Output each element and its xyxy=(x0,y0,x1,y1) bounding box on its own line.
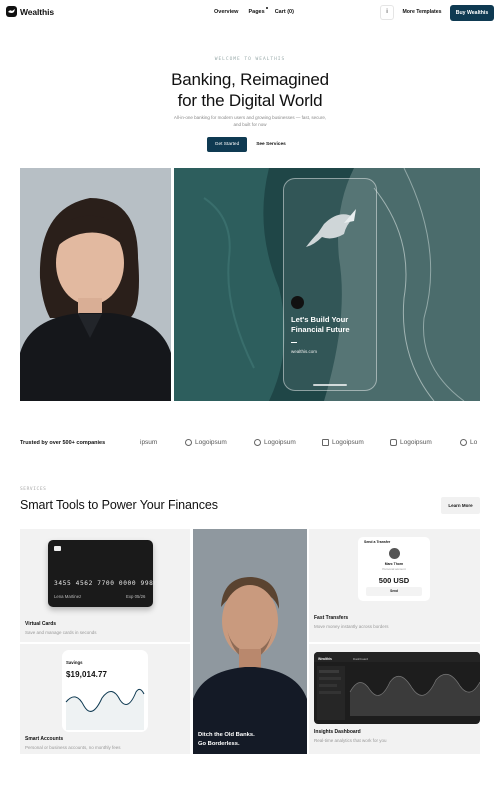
flower-logo-icon xyxy=(460,439,467,446)
partner-logo: Logoipsum xyxy=(390,439,432,446)
hero-subtitle: All-in-one banking for modern users and … xyxy=(173,115,327,127)
partner-logo: Logoipsum xyxy=(322,439,364,446)
card-desc: Move money instantly across borders xyxy=(314,624,389,629)
phone-home-indicator xyxy=(313,384,347,386)
card-title: Virtual Cards xyxy=(25,621,57,627)
portrait-man-card xyxy=(193,529,307,754)
transfer-amount: 500 USD xyxy=(378,576,410,585)
portrait-caption-line2: Go Borderless. xyxy=(198,741,240,747)
avatar xyxy=(389,548,400,559)
brand-logo[interactable]: Wealthis xyxy=(6,6,54,17)
nav-links: Overview Pages Cart (0) xyxy=(214,7,294,15)
card-desc: Personal or business accounts, no monthl… xyxy=(25,745,121,750)
card-title: Fast Transfers xyxy=(314,615,349,621)
nav-pages-label: Pages xyxy=(248,9,265,15)
partner-logo-text: Logoipsum xyxy=(400,439,432,446)
partner-logo-text: Logoipsum xyxy=(195,439,227,446)
get-started-button[interactable]: Get Started xyxy=(207,137,247,152)
partner-logo: Logoipsum xyxy=(185,439,227,446)
trusted-label: Trusted by over 500+ companies xyxy=(20,440,106,446)
nav-pages[interactable]: Pages xyxy=(248,7,268,15)
brand-name: Wealthis xyxy=(20,6,54,17)
partner-logo-text: Logoipsum xyxy=(332,439,364,446)
hero-portrait-woman xyxy=(20,168,171,401)
card-title: Insights Dashboard xyxy=(314,729,361,735)
phone-url: wealthis.com xyxy=(291,349,318,354)
gear-logo-icon xyxy=(254,439,261,446)
card-desc: Real-time analytics that work for you xyxy=(314,738,387,743)
savings-value: $19,014.77 xyxy=(66,670,108,679)
nav-overview[interactable]: Overview xyxy=(214,9,238,15)
logo-strip: ipsum Logoipsum Logoipsum Logoipsum Logo… xyxy=(140,437,480,451)
services-eyebrow: SERVICES xyxy=(20,487,47,492)
card-desc: Save and manage cards in seconds xyxy=(25,630,97,635)
partner-logo: Logoipsum xyxy=(254,439,296,446)
dashboard-title: Dashboard xyxy=(353,657,369,661)
card-holder: Lena Martinez xyxy=(54,594,82,599)
phone-headline: Let's Build Your Financial Future xyxy=(291,315,350,334)
top-nav: Wealthis Overview Pages Cart (0) i More … xyxy=(0,0,500,26)
nav-cart[interactable]: Cart (0) xyxy=(275,9,294,15)
partner-logo-text: Lo xyxy=(470,439,478,446)
buy-button[interactable]: Buy Wealthis xyxy=(450,5,494,21)
phone-mockup xyxy=(283,178,377,391)
dashboard-preview xyxy=(314,652,480,724)
portrait-caption-line1: Ditch the Old Banks. xyxy=(198,732,255,738)
partner-logo: Lo xyxy=(460,439,477,446)
card-title: Smart Accounts xyxy=(25,736,64,742)
hero-title-line1: Banking, Reimagined xyxy=(171,70,329,89)
card-number: 3455 4562 7700 0000 9986 xyxy=(54,580,158,587)
partner-logo-text: ipsum xyxy=(140,439,158,446)
circle-logo-icon xyxy=(185,439,192,446)
card-logo-icon xyxy=(54,546,61,551)
savings-label: Savings xyxy=(66,660,83,665)
learn-more-button[interactable]: Learn More xyxy=(441,497,480,514)
whale-logo-icon xyxy=(6,6,17,17)
send-button[interactable]: Send xyxy=(366,587,422,596)
link-logo-icon xyxy=(390,439,397,446)
see-services-button[interactable]: See Services xyxy=(251,137,291,152)
hero-eyebrow: WELCOME TO WEALTHIS xyxy=(214,57,286,62)
new-dot-icon xyxy=(265,7,268,9)
dashboard-brand: Wealthis xyxy=(318,657,332,661)
card-expiry: Exp 05/26 xyxy=(126,594,146,599)
more-templates-button[interactable]: More Templates xyxy=(398,5,446,20)
partner-logo: ipsum xyxy=(140,439,157,446)
transfer-header: Send a Transfer xyxy=(364,540,391,544)
phone-divider xyxy=(291,342,297,343)
transfer-recipient: Marc Thorn xyxy=(384,562,404,566)
hero-title-line2: for the Digital World xyxy=(177,91,323,110)
hero-title: Banking, Reimagined for the Digital Worl… xyxy=(0,69,500,111)
whale-logo-icon xyxy=(291,296,304,309)
arrows-logo-icon xyxy=(322,439,329,446)
partner-logo-text: Logoipsum xyxy=(264,439,296,446)
services-title: Smart Tools to Power Your Finances xyxy=(20,498,218,512)
transfer-account: Personal account xyxy=(382,567,406,571)
portrait-caption: Ditch the Old Banks. Go Borderless. xyxy=(198,731,255,749)
info-button[interactable]: i xyxy=(380,5,394,20)
